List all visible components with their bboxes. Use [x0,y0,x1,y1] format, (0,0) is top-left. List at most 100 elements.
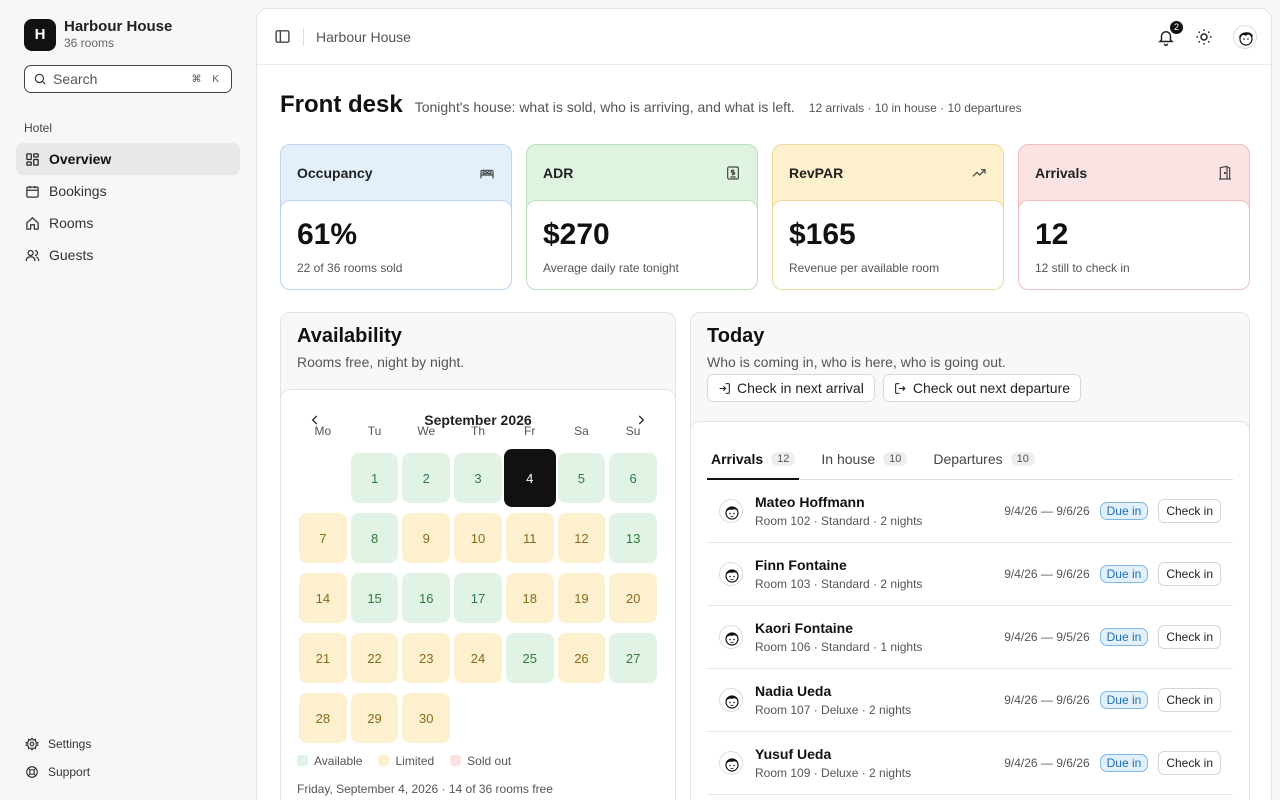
kpi-subtitle: 22 of 36 rooms sold [297,261,403,275]
tab-in-house[interactable]: In house 10 [817,451,911,479]
check-out-next-departure-button[interactable]: Check out next departure [882,374,1082,402]
check-in-button[interactable]: Check in [1158,499,1221,523]
kpi-value: 61% [297,218,358,251]
calendar-grid: 1 2 3 4 5 6 7 8 9 10 11 12 13 14 15 16 17 18 19 20 21 22 23 24 2… [297,448,659,748]
kpi-title: Occupancy [297,165,373,181]
check-in-button[interactable]: Check in [1158,562,1221,586]
table-row[interactable]: Finn Fontaine Room 103 · Standard · 2 nig… [707,543,1233,606]
calendar-day-6[interactable]: 6 [609,453,657,503]
sidebar-item-guests[interactable]: Guests [16,239,240,271]
check-in-button[interactable]: Check in [1158,688,1221,712]
calendar-day-10[interactable]: 10 [454,513,502,563]
tab-count: 10 [1010,452,1035,466]
arrivals-list: Mateo Hoffmann Room 102 · Standard · 2 ni… [707,480,1233,795]
kpi-adr[interactable]: ADR $270 Average daily rate tonight [526,144,758,290]
availability-subtitle: Rooms free, night by night. [297,354,465,370]
sidebar-item-support[interactable]: Support [16,758,240,786]
calendar-day-20[interactable]: 20 [609,573,657,623]
calendar-day-12[interactable]: 12 [557,513,606,563]
table-row[interactable]: Nadia Ueda Room 107 · Deluxe · 2 nights 9/… [707,669,1233,732]
calendar-day-15[interactable]: 15 [350,573,399,623]
table-row[interactable]: Kaori Fontaine Room 106 · Standard · 1 ni… [707,606,1233,669]
status-badge: Due in [1099,565,1149,583]
calendar-day-27[interactable]: 27 [609,633,657,683]
page-title: Front desk [280,91,403,118]
calendar-day-30[interactable]: 30 [402,693,451,743]
home-icon [26,216,39,230]
guest-name: Mateo Hoffmann [755,494,865,510]
table-row[interactable]: Yusuf Ueda Room 109 · Deluxe · 2 nights 9/… [707,732,1233,795]
legend-swatch [297,755,308,766]
theme-toggle-button[interactable] [1195,28,1213,46]
sidebar-item-label: Bookings [49,183,107,199]
search-icon [34,73,46,85]
calendar-day-26[interactable]: 26 [557,633,606,683]
calendar-day-1[interactable]: 1 [350,453,399,503]
kpi-occupancy[interactable]: Occupancy 61% 22 of 36 rooms sold [280,144,512,290]
guest-room: Room 102 · Standard · 2 nights [755,514,923,528]
sidebar-item-rooms[interactable]: Rooms [16,207,240,239]
calendar-day-29[interactable]: 29 [350,693,399,743]
legend-label: Available [314,754,363,768]
calendar-day-13[interactable]: 13 [609,513,657,563]
calendar-day-11[interactable]: 11 [505,513,554,563]
user-avatar[interactable] [1233,24,1257,49]
sidebar-item-overview[interactable]: Overview [16,143,240,175]
check-in-next-arrival-button[interactable]: Check in next arrival [707,374,875,402]
calendar-day-19[interactable]: 19 [557,573,606,623]
sidebar-item-bookings[interactable]: Bookings [16,175,240,207]
guest-avatar-icon [725,632,739,646]
calendar-day-4[interactable]: 4 [503,449,556,507]
kpi-title: RevPAR [789,165,844,181]
sidebar-toggle-button[interactable] [271,26,293,48]
calendar-day-25[interactable]: 25 [505,633,554,683]
calendar-day-5[interactable]: 5 [557,453,606,503]
calendar-day-21[interactable]: 21 [299,633,347,683]
table-row[interactable]: Mateo Hoffmann Room 102 · Standard · 2 ni… [707,480,1233,543]
tab-arrivals[interactable]: Arrivals 12 [707,451,800,480]
sidebar-item-settings[interactable]: Settings [16,730,240,758]
tab-departures[interactable]: Departures 10 [929,451,1039,479]
check-in-button[interactable]: Check in [1158,625,1221,649]
calendar-day-9[interactable]: 9 [402,513,451,563]
guest-avatar-icon [725,695,739,709]
calendar-day-28[interactable]: 28 [299,693,347,743]
calendar-day-2[interactable]: 2 [402,453,451,503]
notifications-button[interactable]: 2 [1157,19,1184,46]
kpi-arrivals[interactable]: Arrivals 12 12 still to check in [1018,144,1250,290]
page-meta: 12 arrivals · 10 in house · 10 departure… [808,101,1022,115]
calendar-day-7[interactable]: 7 [299,513,347,563]
calendar-day-16[interactable]: 16 [402,573,451,623]
nav-group-label: Hotel [24,121,53,135]
calendar-day-8[interactable]: 8 [350,513,399,563]
kpi-revpar[interactable]: RevPAR $165 Revenue per available room [772,144,1004,290]
guest-room: Room 107 · Deluxe · 2 nights [755,703,912,717]
weekday-label: We [417,424,436,438]
calendar-day-17[interactable]: 17 [454,573,502,623]
grid-icon [26,152,39,166]
breadcrumb[interactable]: Harbour House [316,29,411,45]
search-input[interactable] [53,71,186,87]
bed-icon [480,169,494,179]
sidebar: H Harbour House 36 rooms ⌘ K Hotel Overv… [0,0,256,800]
topbar: Harbour House 2 [257,9,1271,65]
kpi-value: $165 [789,218,856,251]
stay-dates: 9/4/26 — 9/6/26 [1004,504,1090,518]
kpi-subtitle: Revenue per available room [789,261,940,275]
guest-room: Room 103 · Standard · 2 nights [755,577,923,591]
check-in-button[interactable]: Check in [1158,751,1221,775]
calendar-day-18[interactable]: 18 [505,573,554,623]
calendar-icon [26,185,39,198]
calendar-day-14[interactable]: 14 [299,573,347,623]
calendar-day-3[interactable]: 3 [454,453,502,503]
legend-swatch [378,755,390,766]
calendar-day-22[interactable]: 22 [350,633,399,683]
calendar-day-24[interactable]: 24 [454,633,502,683]
search-box[interactable]: ⌘ K [24,65,232,93]
guest-avatar-icon [725,506,739,520]
door-icon [1219,165,1231,180]
calendar-day-23[interactable]: 23 [402,633,451,683]
kpi-value: $270 [543,218,610,251]
brand[interactable]: H Harbour House 36 rooms [16,18,240,51]
main-panel: Harbour House 2 Front desk Tonight's hou… [256,8,1272,800]
